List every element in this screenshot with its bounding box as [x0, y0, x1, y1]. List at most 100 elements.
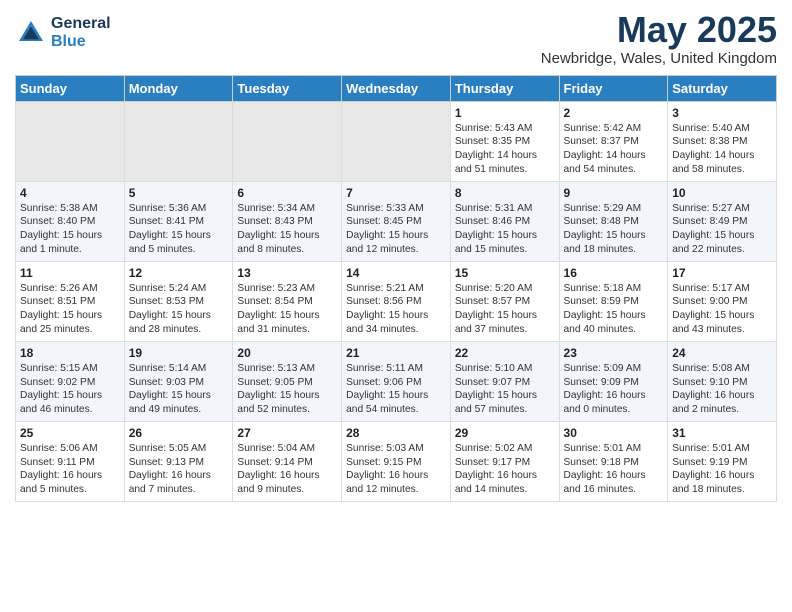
header-row: Sunday Monday Tuesday Wednesday Thursday… [16, 75, 777, 101]
day-number: 26 [129, 426, 229, 440]
calendar-cell [233, 101, 342, 181]
cell-content: Sunrise: 5:01 AM Sunset: 9:19 PM Dayligh… [672, 442, 772, 497]
cell-content: Sunrise: 5:05 AM Sunset: 9:13 PM Dayligh… [129, 442, 229, 497]
calendar-cell: 12 Sunrise: 5:24 AM Sunset: 8:53 PM Dayli… [124, 261, 233, 341]
calendar-cell: 13 Sunrise: 5:23 AM Sunset: 8:54 PM Dayli… [233, 261, 342, 341]
day-number: 10 [672, 186, 772, 200]
cell-content: Sunrise: 5:27 AM Sunset: 8:49 PM Dayligh… [672, 202, 772, 257]
cell-content: Sunrise: 5:36 AM Sunset: 8:41 PM Dayligh… [129, 202, 229, 257]
week-row-0: 1 Sunrise: 5:43 AM Sunset: 8:35 PM Daylig… [16, 101, 777, 181]
calendar-cell: 18 Sunrise: 5:15 AM Sunset: 9:02 PM Dayli… [16, 341, 125, 421]
day-number: 7 [346, 186, 446, 200]
calendar-cell: 14Sunrise: 5:21 AM Sunset: 8:56 PM Dayli… [342, 261, 451, 341]
day-number: 2 [564, 106, 664, 120]
logo-text: General Blue [51, 15, 111, 50]
cell-content: Sunrise: 5:31 AM Sunset: 8:46 PM Dayligh… [455, 202, 555, 257]
day-number: 17 [672, 266, 772, 280]
calendar-cell: 16Sunrise: 5:18 AM Sunset: 8:59 PM Dayli… [559, 261, 668, 341]
col-saturday: Saturday [668, 75, 777, 101]
cell-content: Sunrise: 5:43 AM Sunset: 8:35 PM Dayligh… [455, 122, 555, 177]
cell-content: Sunrise: 5:29 AM Sunset: 8:48 PM Dayligh… [564, 202, 664, 257]
day-number: 3 [672, 106, 772, 120]
cell-content: Sunrise: 5:09 AM Sunset: 9:09 PM Dayligh… [564, 362, 664, 417]
day-number: 20 [237, 346, 337, 360]
calendar-cell [124, 101, 233, 181]
col-monday: Monday [124, 75, 233, 101]
day-number: 27 [237, 426, 337, 440]
calendar-cell: 25 Sunrise: 5:06 AM Sunset: 9:11 PM Dayli… [16, 421, 125, 501]
calendar-cell: 3 Sunrise: 5:40 AM Sunset: 8:38 PM Daylig… [668, 101, 777, 181]
calendar-cell: 27 Sunrise: 5:04 AM Sunset: 9:14 PM Dayli… [233, 421, 342, 501]
week-row-2: 11Sunrise: 5:26 AM Sunset: 8:51 PM Dayli… [16, 261, 777, 341]
col-tuesday: Tuesday [233, 75, 342, 101]
col-friday: Friday [559, 75, 668, 101]
day-number: 6 [237, 186, 337, 200]
cell-content: Sunrise: 5:06 AM Sunset: 9:11 PM Dayligh… [20, 442, 120, 497]
calendar-cell: 10 Sunrise: 5:27 AM Sunset: 8:49 PM Dayli… [668, 181, 777, 261]
day-number: 25 [20, 426, 120, 440]
cell-content: Sunrise: 5:15 AM Sunset: 9:02 PM Dayligh… [20, 362, 120, 417]
day-number: 12 [129, 266, 229, 280]
calendar-cell: 20 Sunrise: 5:13 AM Sunset: 9:05 PM Dayli… [233, 341, 342, 421]
calendar-cell: 22Sunrise: 5:10 AM Sunset: 9:07 PM Dayli… [450, 341, 559, 421]
cell-content: Sunrise: 5:08 AM Sunset: 9:10 PM Dayligh… [672, 362, 772, 417]
day-number: 9 [564, 186, 664, 200]
col-sunday: Sunday [16, 75, 125, 101]
cell-content: Sunrise: 5:40 AM Sunset: 8:38 PM Dayligh… [672, 122, 772, 177]
day-number: 31 [672, 426, 772, 440]
cell-content: Sunrise: 5:17 AM Sunset: 9:00 PM Dayligh… [672, 282, 772, 337]
calendar-cell: 24 Sunrise: 5:08 AM Sunset: 9:10 PM Dayli… [668, 341, 777, 421]
logo-blue: Blue [51, 33, 111, 51]
cell-content: Sunrise: 5:01 AM Sunset: 9:18 PM Dayligh… [564, 442, 664, 497]
day-number: 21 [346, 346, 446, 360]
month-title: May 2025 [541, 10, 777, 50]
calendar-cell: 23 Sunrise: 5:09 AM Sunset: 9:09 PM Dayli… [559, 341, 668, 421]
day-number: 23 [564, 346, 664, 360]
cell-content: Sunrise: 5:34 AM Sunset: 8:43 PM Dayligh… [237, 202, 337, 257]
calendar-cell: 21 Sunrise: 5:11 AM Sunset: 9:06 PM Dayli… [342, 341, 451, 421]
day-number: 29 [455, 426, 555, 440]
day-number: 1 [455, 106, 555, 120]
header: General Blue May 2025 Newbridge, Wales, … [15, 10, 777, 67]
day-number: 8 [455, 186, 555, 200]
cell-content: Sunrise: 5:04 AM Sunset: 9:14 PM Dayligh… [237, 442, 337, 497]
cell-content: Sunrise: 5:42 AM Sunset: 8:37 PM Dayligh… [564, 122, 664, 177]
day-number: 24 [672, 346, 772, 360]
calendar-cell [342, 101, 451, 181]
day-number: 14 [346, 266, 446, 280]
cell-content: Sunrise: 5:24 AM Sunset: 8:53 PM Dayligh… [129, 282, 229, 337]
calendar-cell: 26 Sunrise: 5:05 AM Sunset: 9:13 PM Dayli… [124, 421, 233, 501]
cell-content: Sunrise: 5:11 AM Sunset: 9:06 PM Dayligh… [346, 362, 446, 417]
day-number: 30 [564, 426, 664, 440]
day-number: 18 [20, 346, 120, 360]
week-row-3: 18 Sunrise: 5:15 AM Sunset: 9:02 PM Dayli… [16, 341, 777, 421]
calendar-table: Sunday Monday Tuesday Wednesday Thursday… [15, 75, 777, 502]
calendar-cell: 19 Sunrise: 5:14 AM Sunset: 9:03 PM Dayli… [124, 341, 233, 421]
page: General Blue May 2025 Newbridge, Wales, … [0, 0, 792, 512]
calendar-cell: 30 Sunrise: 5:01 AM Sunset: 9:18 PM Dayli… [559, 421, 668, 501]
day-number: 5 [129, 186, 229, 200]
cell-content: Sunrise: 5:23 AM Sunset: 8:54 PM Dayligh… [237, 282, 337, 337]
cell-content: Sunrise: 5:33 AM Sunset: 8:45 PM Dayligh… [346, 202, 446, 257]
col-wednesday: Wednesday [342, 75, 451, 101]
day-number: 13 [237, 266, 337, 280]
cell-content: Sunrise: 5:13 AM Sunset: 9:05 PM Dayligh… [237, 362, 337, 417]
calendar-cell: 2 Sunrise: 5:42 AM Sunset: 8:37 PM Daylig… [559, 101, 668, 181]
calendar-cell: 9 Sunrise: 5:29 AM Sunset: 8:48 PM Daylig… [559, 181, 668, 261]
day-number: 15 [455, 266, 555, 280]
day-number: 19 [129, 346, 229, 360]
logo-icon [15, 17, 47, 49]
calendar-cell: 17 Sunrise: 5:17 AM Sunset: 9:00 PM Dayli… [668, 261, 777, 341]
cell-content: Sunrise: 5:14 AM Sunset: 9:03 PM Dayligh… [129, 362, 229, 417]
cell-content: Sunrise: 5:10 AM Sunset: 9:07 PM Dayligh… [455, 362, 555, 417]
col-thursday: Thursday [450, 75, 559, 101]
day-number: 28 [346, 426, 446, 440]
calendar-cell: 29Sunrise: 5:02 AM Sunset: 9:17 PM Dayli… [450, 421, 559, 501]
calendar-header: Sunday Monday Tuesday Wednesday Thursday… [16, 75, 777, 101]
calendar-cell: 31 Sunrise: 5:01 AM Sunset: 9:19 PM Dayli… [668, 421, 777, 501]
calendar-cell: 11Sunrise: 5:26 AM Sunset: 8:51 PM Dayli… [16, 261, 125, 341]
calendar-body: 1 Sunrise: 5:43 AM Sunset: 8:35 PM Daylig… [16, 101, 777, 501]
logo: General Blue [15, 15, 111, 50]
calendar-cell: 5 Sunrise: 5:36 AM Sunset: 8:41 PM Daylig… [124, 181, 233, 261]
cell-content: Sunrise: 5:26 AM Sunset: 8:51 PM Dayligh… [20, 282, 120, 337]
